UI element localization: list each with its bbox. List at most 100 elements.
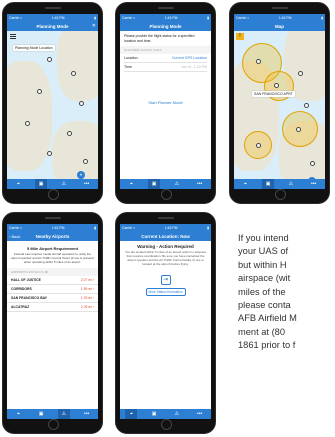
- caption-line: 1861 prior to f: [238, 340, 296, 351]
- clock: 1:43 PM: [51, 225, 65, 230]
- tab-alerts[interactable]: ⚠: [57, 409, 70, 419]
- warning-text: You are located within 5 miles of an air…: [124, 250, 207, 266]
- nav-title: Current Location: Now: [141, 233, 190, 239]
- map-view[interactable]: Planning Mode Location ⌖: [7, 31, 98, 179]
- tab-map[interactable]: ▣: [148, 179, 161, 189]
- airport-pin[interactable]: [47, 151, 52, 156]
- phone-nearby-airports: Carrier ≈ 1:43 PM ▮ ‹ Back Nearby Airpor…: [2, 212, 103, 434]
- nav-title: Nearby Airports: [35, 233, 70, 239]
- airport-row[interactable]: CORRIDORS 1.59 mi ›: [7, 285, 98, 294]
- tab-more[interactable]: •••: [81, 179, 93, 189]
- caption-line: but within H: [238, 259, 287, 270]
- clock: 1:43 PM: [278, 15, 292, 20]
- carrier: Carrier ≈: [9, 225, 23, 230]
- caption-line: AFB Airfield M: [238, 313, 297, 324]
- tab-status[interactable]: ⌖: [12, 409, 24, 419]
- tab-alerts[interactable]: ⚠: [171, 409, 183, 419]
- carrier: Carrier ≈: [122, 15, 136, 20]
- menu-icon[interactable]: [10, 34, 16, 39]
- airport-pin[interactable]: [304, 103, 309, 108]
- tab-alerts[interactable]: ⚠: [58, 179, 70, 189]
- close-icon[interactable]: ✕: [92, 23, 96, 29]
- back-button[interactable]: ‹ Back: [9, 234, 20, 239]
- start-planner-button[interactable]: Start Planner Mode: [120, 100, 211, 105]
- battery-icon: ▮: [321, 15, 323, 20]
- airport-distance: 1.76 mi ›: [80, 295, 94, 300]
- battery-icon: ▮: [207, 225, 209, 230]
- locate-button[interactable]: ⌖: [77, 171, 85, 179]
- more-status-button[interactable]: More Status Information: [145, 287, 186, 296]
- tab-map[interactable]: ▣: [262, 179, 275, 189]
- tab-more[interactable]: •••: [194, 179, 206, 189]
- airport-row[interactable]: SAN FRANCISCO BAY 1.76 mi ›: [7, 294, 98, 303]
- airport-label: SAN FRANCISCO APRT: [252, 91, 295, 97]
- tab-status[interactable]: ⌖: [239, 179, 251, 189]
- status-bar: Carrier ≈ 1:43 PM ▮: [234, 14, 325, 21]
- warning-title: Warning - Action Required: [137, 244, 194, 249]
- clock: 1:43 PM: [164, 15, 178, 20]
- screen: Carrier ≈ 1:43 PM ▮ Planning Mode ✕ Plan…: [7, 14, 98, 189]
- airport-distance: 2.76 mi ›: [80, 304, 94, 309]
- intro-text: Please provide the flight status for a s…: [124, 34, 195, 43]
- battery-icon: ▮: [94, 15, 96, 20]
- location-row[interactable]: Location Current GPS Location: [124, 54, 207, 64]
- caption-line: your UAS of: [238, 246, 289, 257]
- time-row[interactable]: Time Jan 01, 1:43 PM: [124, 63, 207, 73]
- tab-map[interactable]: ▣: [148, 409, 160, 419]
- phone-planning-map: Carrier ≈ 1:43 PM ▮ Planning Mode ✕ Plan…: [2, 2, 103, 204]
- airport-pin[interactable]: [256, 143, 261, 148]
- screen: Carrier ≈ 1:43 PM ▮ Planning Mode Please…: [120, 14, 211, 189]
- tab-map[interactable]: ▣: [35, 179, 48, 189]
- airport-row[interactable]: HALL OF JUSTICE 2.07 mi ›: [7, 276, 98, 285]
- status-bar: Carrier ≈ 1:43 PM ▮: [7, 14, 98, 21]
- requirement-banner: 5 Mile Airport Requirement Federal Law r…: [7, 241, 98, 268]
- airport-pin[interactable]: [83, 159, 88, 164]
- clock: 1:43 PM: [51, 15, 65, 20]
- caption-line: ment at (80: [238, 326, 286, 337]
- status-bar: Carrier ≈ 1:43 PM ▮: [120, 14, 211, 21]
- clock: 1:43 PM: [164, 225, 178, 230]
- tab-bar: ⌖ ▣ ⚠ •••: [7, 409, 98, 419]
- airport-name: HALL OF JUSTICE: [11, 277, 41, 282]
- airport-pin[interactable]: [25, 121, 30, 126]
- tab-map[interactable]: ▣: [35, 409, 47, 419]
- airport-distance: 1.59 mi ›: [80, 286, 94, 291]
- tab-alerts[interactable]: ⚠: [285, 179, 297, 189]
- map-view[interactable]: ! SAN FRANCISCO APRT ◎: [234, 31, 325, 179]
- airport-pin[interactable]: [47, 57, 52, 62]
- location-label: Location: [124, 56, 138, 61]
- airport-pin[interactable]: [79, 101, 84, 106]
- tab-status[interactable]: ⌖: [12, 179, 24, 189]
- tab-more[interactable]: •••: [194, 409, 206, 419]
- airport-pin[interactable]: [296, 127, 301, 132]
- section-header: PLANNED FLIGHT DATA: [120, 46, 211, 55]
- tab-alerts[interactable]: ⚠: [171, 179, 183, 189]
- airport-pin[interactable]: [71, 71, 76, 76]
- airport-pin[interactable]: [274, 83, 279, 88]
- time-value: Jan 01, 1:43 PM: [180, 65, 207, 70]
- tab-status[interactable]: ⌖: [125, 409, 138, 419]
- screen: Carrier ≈ 1:43 PM ▮ Map ! SAN FRANCISCO …: [234, 14, 325, 189]
- banner-text: Federal Law requires model aircraft oper…: [11, 252, 94, 264]
- airport-pin[interactable]: [37, 89, 42, 94]
- status-bar: Carrier ≈ 1:43 PM ▮: [7, 224, 98, 231]
- airport-pin[interactable]: [298, 71, 303, 76]
- tab-more[interactable]: •••: [308, 179, 320, 189]
- tab-bar: ⌖ ▣ ⚠ •••: [120, 409, 211, 419]
- airport-name: CORRIDORS: [11, 286, 32, 291]
- airport-pin[interactable]: [67, 131, 72, 136]
- airport-distance: 2.07 mi ›: [80, 277, 94, 282]
- tab-bar: ⌖ ▣ ⚠ •••: [7, 179, 98, 189]
- tab-more[interactable]: •••: [81, 409, 93, 419]
- tab-bar: ⌖ ▣ ⚠ •••: [120, 179, 211, 189]
- airport-pin[interactable]: [256, 59, 261, 64]
- airport-pin[interactable]: [310, 161, 315, 166]
- airport-row[interactable]: ALCATRAZ 2.76 mi ›: [7, 303, 98, 312]
- nav-bar: Planning Mode: [120, 21, 211, 31]
- status-bar: Carrier ≈ 1:43 PM ▮: [120, 224, 211, 231]
- warning-icon[interactable]: !: [236, 33, 244, 40]
- screen: Carrier ≈ 1:43 PM ▮ ‹ Back Nearby Airpor…: [7, 224, 98, 419]
- tab-status[interactable]: ⌖: [125, 179, 137, 189]
- phone-planning-form: Carrier ≈ 1:43 PM ▮ Planning Mode Please…: [115, 2, 216, 204]
- banner-title: 5 Mile Airport Requirement: [27, 246, 78, 251]
